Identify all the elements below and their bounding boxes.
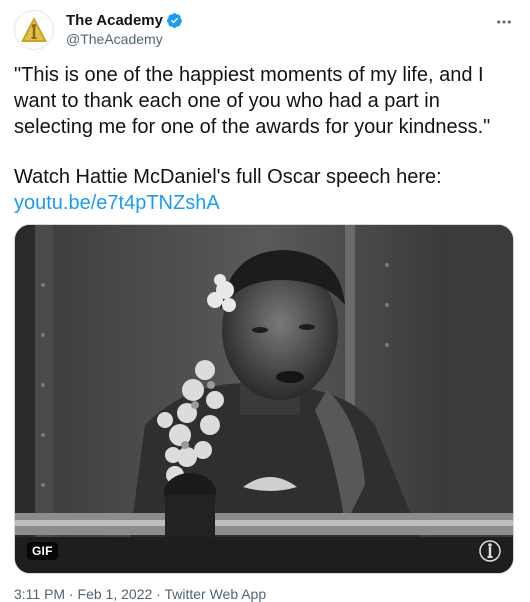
gif-frame-image <box>15 225 513 573</box>
tweet-cta: Watch Hattie McDaniel's full Oscar speec… <box>14 166 442 188</box>
tweet-quote: "This is one of the happiest moments of … <box>14 64 491 138</box>
author-info: The Academy @TheAcademy <box>66 11 183 48</box>
avatar[interactable] <box>14 10 54 50</box>
tweet-header: The Academy @TheAcademy <box>14 10 516 50</box>
tweet-text: "This is one of the happiest moments of … <box>14 62 514 216</box>
more-options-icon <box>497 20 511 24</box>
gif-badge: GIF <box>27 542 58 560</box>
display-name-row: The Academy <box>66 11 183 30</box>
oscar-statuette-icon <box>21 17 47 42</box>
verified-badge-icon <box>167 13 182 28</box>
display-name[interactable]: The Academy <box>66 11 163 30</box>
tweet-media-gif[interactable]: GIF <box>14 224 514 574</box>
more-options-button[interactable] <box>492 10 516 34</box>
handle[interactable]: @TheAcademy <box>66 30 183 48</box>
oscar-statuette-icon <box>479 540 501 562</box>
video-link[interactable]: youtu.be/e7t4pTNZshA <box>14 190 220 216</box>
